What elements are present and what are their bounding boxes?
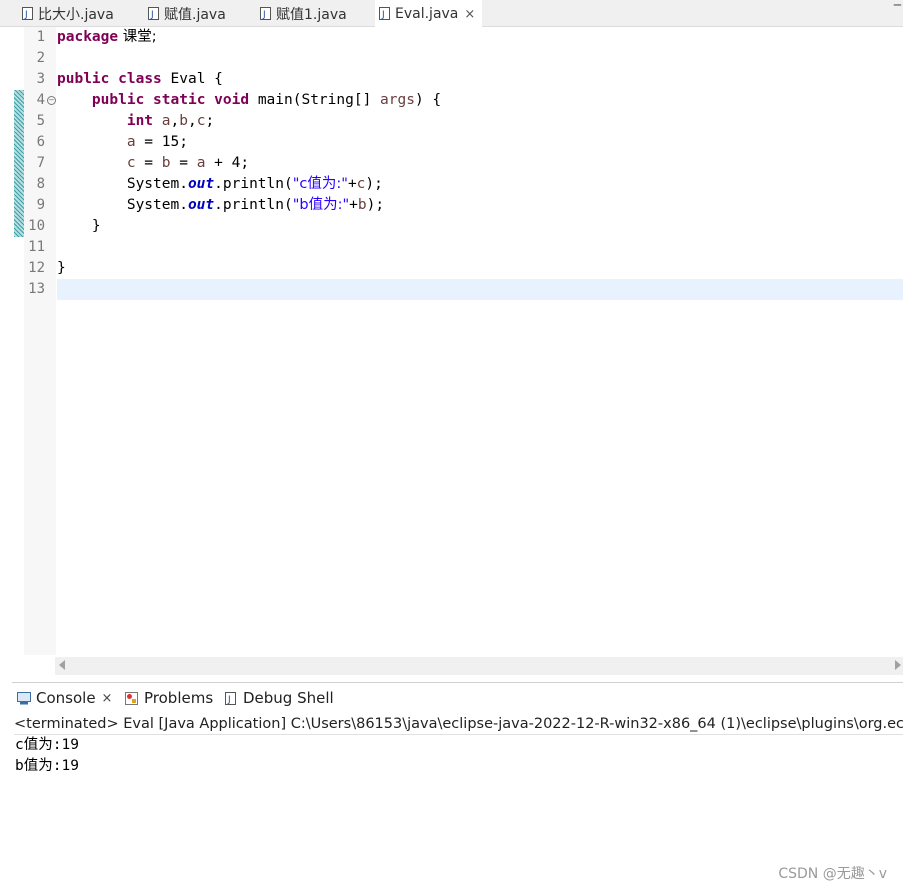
editor-horizontal-scrollbar[interactable] (55, 657, 903, 675)
line-number: 3 (36, 71, 45, 87)
close-icon[interactable]: × (464, 7, 475, 22)
editor-tab-fuzhi1[interactable]: J 赋值1.java (256, 0, 347, 27)
line-number: 9 (36, 197, 45, 213)
code-line-5: int a,b,c; (126, 113, 215, 129)
console-output-line: b值为:19 (15, 758, 79, 774)
code-line-3: public class Eval { (57, 71, 223, 87)
tab-label: 赋值.java (164, 6, 226, 23)
code-line-8: System.out.println("c值为:"+c); (126, 176, 383, 192)
tab-debug-shell[interactable]: J Debug Shell (224, 686, 334, 710)
view-tab-bar: Console × Problems J Debug Shell (12, 683, 903, 711)
code-line-13-current (57, 279, 903, 300)
tab-label: 赋值1.java (276, 6, 347, 23)
code-line-6: a = 15; (126, 134, 188, 150)
line-number: 1 (36, 29, 45, 45)
svg-text:J: J (227, 695, 231, 705)
fold-collapse-icon[interactable]: − (47, 96, 56, 105)
line-number: 2 (36, 50, 45, 66)
code-line-4: public static void main(String[] args) { (91, 92, 442, 108)
scroll-right-arrow-icon[interactable] (895, 660, 901, 670)
console-icon (17, 691, 31, 704)
code-text-area[interactable]: package 课堂; public class Eval { public s… (57, 27, 903, 655)
line-number: 11 (28, 239, 45, 255)
debug-shell-icon: J (225, 691, 236, 705)
code-line-7: c = b = a + 4; (126, 155, 250, 171)
line-number: 13 (28, 281, 45, 297)
tab-console[interactable]: Console × (17, 686, 112, 710)
scroll-left-arrow-icon[interactable] (59, 660, 65, 670)
problems-icon (125, 691, 138, 705)
tab-label: Debug Shell (243, 689, 334, 707)
svg-text:J: J (150, 10, 154, 20)
code-line-10: } (91, 218, 101, 234)
svg-text:J: J (262, 10, 266, 20)
java-file-icon: J (22, 7, 33, 20)
code-editor[interactable]: 1 2 3 4 5 6 7 8 9 10 11 12 13 − package … (12, 27, 903, 655)
java-file-icon: J (148, 7, 159, 20)
minimize-icon[interactable]: ─ (894, 0, 901, 12)
tab-label: 比大小.java (38, 6, 114, 23)
line-number: 5 (36, 113, 45, 129)
svg-text:J: J (381, 10, 385, 20)
code-line-1: package 课堂; (57, 29, 157, 45)
tab-label: Console (36, 689, 96, 707)
tab-label: Eval.java (395, 6, 459, 22)
line-number-gutter: 1 2 3 4 5 6 7 8 9 10 11 12 13 (24, 27, 56, 655)
editor-tab-fuzhi[interactable]: J 赋值.java (144, 0, 226, 27)
code-line-9: System.out.println("b值为:"+b); (126, 197, 385, 213)
console-output-line: c值为:19 (15, 737, 79, 753)
line-number: 12 (28, 260, 45, 276)
editor-tab-eval[interactable]: J Eval.java × (375, 0, 482, 28)
watermark: CSDN @无趣丶v (778, 866, 887, 882)
java-file-icon: J (379, 7, 390, 20)
line-number: 8 (36, 176, 45, 192)
console-panel: Console × Problems J Debug Shell <termin… (12, 682, 903, 891)
java-file-icon: J (260, 7, 271, 20)
line-number: 7 (36, 155, 45, 171)
svg-text:J: J (24, 10, 28, 20)
line-number: 6 (36, 134, 45, 150)
editor-tab-bar: J 比大小.java J 赋值.java J 赋值1.java J Eval.j… (0, 0, 903, 28)
line-number: 10 (28, 218, 45, 234)
tab-problems[interactable]: Problems (125, 686, 213, 710)
tab-label: Problems (144, 689, 214, 707)
code-line-12: } (57, 260, 66, 276)
editor-tab-bidaxiao[interactable]: J 比大小.java (18, 0, 114, 27)
console-status-line: <terminated> Eval [Java Application] C:\… (14, 713, 903, 735)
close-icon[interactable]: × (102, 691, 113, 706)
